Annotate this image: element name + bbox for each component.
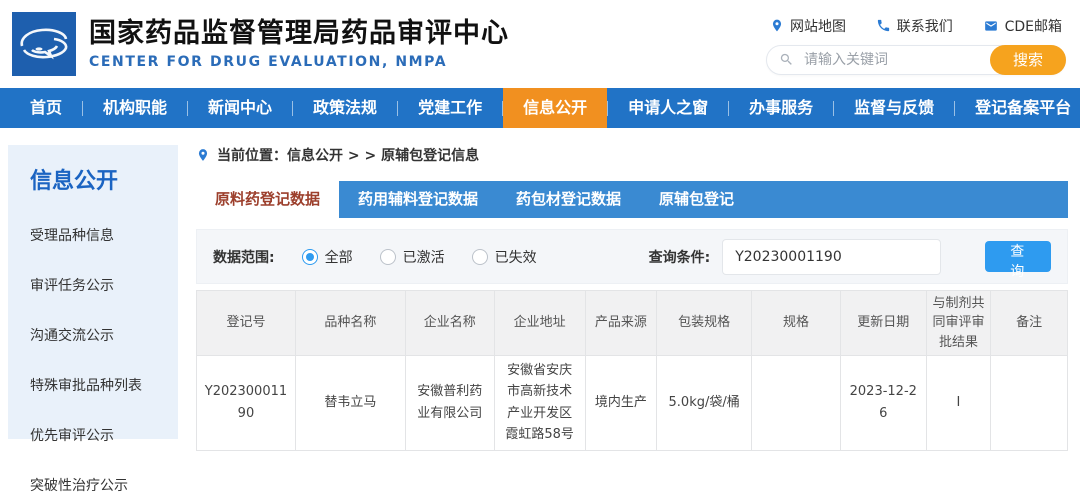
table-header-row: 登记号 品种名称 企业名称 企业地址 产品来源 包装规格 规格 更新日期 与制剂共同审评审批结果… xyxy=(196,290,1068,356)
filter-bar: 数据范围: 全部 已激活 已失效 查询条件: 查询 xyxy=(196,229,1068,284)
tab-3[interactable]: 原辅包登记 xyxy=(640,181,753,218)
nav-item-4[interactable]: 党建工作 xyxy=(398,88,502,128)
header-link-label: CDE邮箱 xyxy=(1004,18,1062,35)
nav-item-3[interactable]: 政策法规 xyxy=(293,88,397,128)
brand: 国家药品监督管理局药品审评中心 CENTER FOR DRUG EVALUATI… xyxy=(12,12,509,76)
site-title: 国家药品监督管理局药品审评中心 xyxy=(89,17,509,49)
table-cell: 替韦立马 xyxy=(294,355,406,451)
nav-item-9[interactable]: 登记备案平台 xyxy=(955,88,1080,128)
site-subtitle-en: CENTER FOR DRUG EVALUATION, NMPA xyxy=(89,54,448,71)
table-cell: 安徽普利药业有限公司 xyxy=(404,355,495,451)
site-search-bar: 搜索 xyxy=(766,44,1066,75)
header-cell-0: 登记号 xyxy=(196,290,296,356)
header-cell-1: 品种名称 xyxy=(294,290,406,356)
brand-text: 国家药品监督管理局药品审评中心 CENTER FOR DRUG EVALUATI… xyxy=(89,18,509,70)
nav-item-8[interactable]: 监督与反馈 xyxy=(834,88,954,128)
sidebar-item-1[interactable]: 审评任务公示 xyxy=(30,275,178,295)
nav-item-0[interactable]: 首页 xyxy=(10,88,82,128)
table-cell: 境内生产 xyxy=(584,355,658,451)
sidebar-item-2[interactable]: 沟通交流公示 xyxy=(30,325,178,345)
header-cell-2: 企业名称 xyxy=(404,290,495,356)
main-panel: 当前位置：信息公开 > > 原辅包登记信息 原料药登记数据 药用辅料登记数据 药包材… xyxy=(196,145,1068,451)
radio-label: 全部 xyxy=(324,249,353,266)
table-cell: 安徽省安庆市高新技术产业开发区霞虹路58号 xyxy=(493,355,586,451)
query-button[interactable]: 查询 xyxy=(985,241,1051,280)
radio-dot-icon xyxy=(301,248,318,265)
scope-radio-1[interactable]: 已激活 xyxy=(379,247,445,267)
sidebar-items: 受理品种信息 审评任务公示 沟通交流公示 特殊审批品种列表 优先审评公示 突破性治疗公示 xyxy=(30,225,178,495)
breadcrumb: 当前位置：信息公开 > > 原辅包登记信息 xyxy=(196,145,1068,165)
sidebar-title: 信息公开 xyxy=(30,169,119,194)
header-link-label: 联系我们 xyxy=(896,18,953,35)
breadcrumb-text: 当前位置：信息公开 > > 原辅包登记信息 xyxy=(217,148,480,164)
sidebar: 信息公开 受理品种信息 审评任务公示 沟通交流公示 特殊审批品种列表 优先审评公示 突破性… xyxy=(8,145,178,494)
header-cell-5: 包装规格 xyxy=(656,290,753,356)
header-cell-3: 企业地址 xyxy=(493,290,586,356)
header-cell-6: 规格 xyxy=(751,290,841,356)
radio-dot-icon xyxy=(471,248,488,265)
header-cell-4: 产品来源 xyxy=(584,290,658,356)
search-button[interactable]: 搜索 xyxy=(989,44,1066,75)
tab-2[interactable]: 药包材登记数据 xyxy=(497,181,640,218)
radio-label: 已失效 xyxy=(494,249,537,266)
radio-label: 已激活 xyxy=(402,249,445,266)
location-icon xyxy=(770,18,784,33)
table-row: Y20230001190 替韦立马 安徽普利药业有限公司 安徽省安庆市高新技术产业开发… xyxy=(196,355,1068,451)
nav-item-6[interactable]: 申请人之窗 xyxy=(608,88,728,128)
header-cell-8: 与制剂共同审评审批结果 xyxy=(925,290,992,356)
table-cell: 2023-12-26 xyxy=(839,355,927,451)
query-label: 查询条件: xyxy=(648,249,711,266)
table-cell: Y20230001190 xyxy=(196,355,296,451)
mailbox-link[interactable]: CDE邮箱 xyxy=(983,16,1062,36)
table-cell: 5.0kg/袋/桶 xyxy=(656,355,753,451)
location-icon xyxy=(196,147,210,163)
nav-item-1[interactable]: 机构职能 xyxy=(83,88,187,128)
scope-radio-group: 全部 已激活 已失效 xyxy=(275,247,537,267)
scope-radio-2[interactable]: 已失效 xyxy=(471,247,537,267)
header-cell-9: 备注 xyxy=(990,290,1068,356)
sitemap-link[interactable]: 网站地图 xyxy=(770,16,846,36)
table-cell: I xyxy=(925,355,992,451)
util-links: 网站地图 联系我们 CDE邮箱 xyxy=(766,16,1066,36)
site-header: 国家药品监督管理局药品审评中心 CENTER FOR DRUG EVALUATI… xyxy=(0,0,1080,88)
sidebar-item-3[interactable]: 特殊审批品种列表 xyxy=(30,375,178,395)
header-link-label: 网站地图 xyxy=(790,18,846,35)
scope-radio-0[interactable]: 全部 xyxy=(301,247,353,267)
radio-dot-icon xyxy=(379,248,396,265)
table-cell xyxy=(751,355,841,451)
primary-nav: 首页 机构职能 新闻中心 政策法规 党建工作 信息公开 申请人之窗 办事服务 监督与反馈 登记备案… xyxy=(0,88,1080,128)
nav-item-7[interactable]: 办事服务 xyxy=(729,88,833,128)
header-cell-7: 更新日期 xyxy=(839,290,927,356)
cde-logo-icon xyxy=(12,12,76,76)
content: 信息公开 受理品种信息 审评任务公示 沟通交流公示 特殊审批品种列表 优先审评公示 突破性… xyxy=(0,128,1080,494)
scope-label: 数据范围: xyxy=(213,249,275,266)
nav-item-5[interactable]: 信息公开 xyxy=(503,88,608,128)
tabs-bar: 原料药登记数据 药用辅料登记数据 药包材登记数据 原辅包登记 xyxy=(196,181,1068,218)
contact-link[interactable]: 联系我们 xyxy=(876,16,953,36)
sidebar-item-5[interactable]: 突破性治疗公示 xyxy=(30,475,178,495)
registration-table: 登记号 品种名称 企业名称 企业地址 产品来源 包装规格 规格 更新日期 与制剂共同审评审批结果… xyxy=(196,290,1068,451)
search-input[interactable] xyxy=(802,50,990,69)
mail-icon xyxy=(983,19,999,33)
nav-item-2[interactable]: 新闻中心 xyxy=(188,88,292,128)
table-cell xyxy=(990,355,1068,451)
page: 国家药品监督管理局药品审评中心 CENTER FOR DRUG EVALUATI… xyxy=(0,0,1080,494)
sidebar-item-0[interactable]: 受理品种信息 xyxy=(30,225,178,245)
search-icon xyxy=(779,52,794,67)
phone-icon xyxy=(876,18,891,33)
tab-1[interactable]: 药用辅料登记数据 xyxy=(339,181,497,218)
sidebar-item-4[interactable]: 优先审评公示 xyxy=(30,425,178,445)
header-right: 网站地图 联系我们 CDE邮箱 搜索 xyxy=(766,14,1066,75)
tab-0[interactable]: 原料药登记数据 xyxy=(196,181,340,218)
query-input[interactable] xyxy=(722,238,942,275)
